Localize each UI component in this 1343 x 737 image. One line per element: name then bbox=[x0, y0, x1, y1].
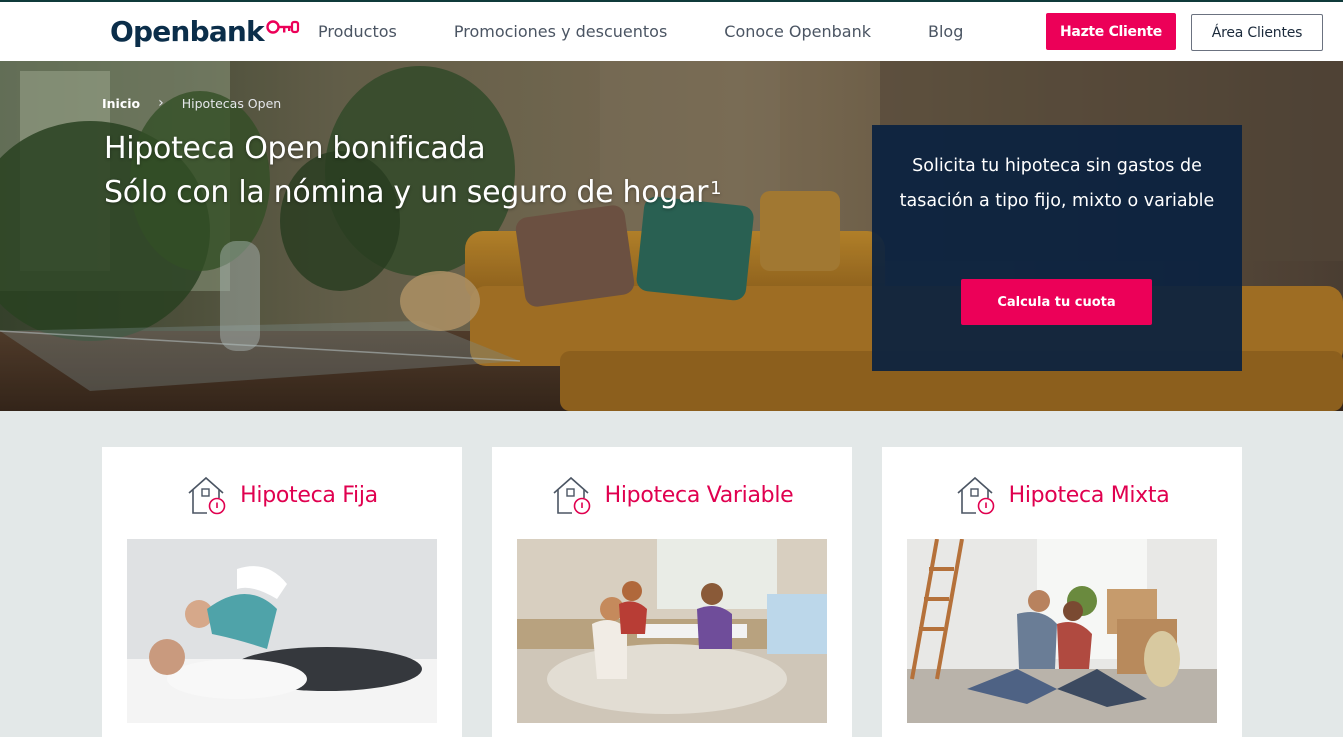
openbank-logo[interactable]: Openbank bbox=[110, 15, 300, 48]
nav-blog[interactable]: Blog bbox=[928, 22, 963, 41]
footnote-marker[interactable]: 1 bbox=[710, 178, 721, 199]
hero-banner: Inicio › Hipotecas Open Hipoteca Open bo… bbox=[0, 61, 1343, 411]
card-title: Hipoteca Variable bbox=[604, 482, 794, 508]
breadcrumb: Inicio › Hipotecas Open bbox=[102, 95, 281, 111]
hazte-cliente-button[interactable]: Hazte Cliente bbox=[1046, 13, 1176, 50]
nav-conoce-openbank[interactable]: Conoce Openbank bbox=[724, 22, 871, 41]
area-clientes-button[interactable]: Área Clientes bbox=[1191, 14, 1323, 51]
nav-productos[interactable]: Productos bbox=[318, 22, 397, 41]
top-navigation-bar: Openbank Productos Promociones y descuen… bbox=[0, 0, 1343, 61]
key-logo-icon bbox=[266, 19, 299, 34]
logo-text: Openbank bbox=[110, 15, 265, 48]
hero-title-line1: Hipoteca Open bonificada bbox=[104, 131, 486, 166]
chevron-right-icon: › bbox=[158, 95, 164, 111]
card-header: Hipoteca Mixta bbox=[882, 474, 1242, 516]
hero-title: Hipoteca Open bonificada Sólo con la nóm… bbox=[104, 127, 722, 215]
breadcrumb-current: Hipotecas Open bbox=[181, 95, 282, 111]
children-playing-photo bbox=[517, 539, 827, 723]
breadcrumb-home-link[interactable]: Inicio bbox=[102, 96, 140, 111]
house-icon bbox=[553, 476, 590, 515]
couple-moving-photo bbox=[907, 539, 1217, 723]
card-title: Hipoteca Fija bbox=[240, 482, 378, 508]
house-icon bbox=[957, 476, 994, 515]
card-header: Hipoteca Variable bbox=[492, 474, 852, 516]
card-title: Hipoteca Mixta bbox=[1008, 482, 1170, 508]
card-hipoteca-variable[interactable]: Hipoteca Variable bbox=[492, 447, 852, 737]
cta-text: Solicita tu hipoteca sin gastos de tasac… bbox=[899, 156, 1215, 211]
card-header: Hipoteca Fija bbox=[102, 474, 462, 516]
card-hipoteca-mixta[interactable]: Hipoteca Mixta bbox=[882, 447, 1242, 737]
calcula-tu-cuota-button[interactable]: Calcula tu cuota bbox=[961, 279, 1152, 325]
mortgage-cta-panel: Solicita tu hipoteca sin gastos de tasac… bbox=[872, 125, 1242, 371]
family-photo bbox=[127, 539, 437, 723]
hero-title-line2: Sólo con la nómina y un seguro de hogar bbox=[104, 175, 709, 210]
card-hipoteca-fija[interactable]: Hipoteca Fija bbox=[102, 447, 462, 737]
house-icon bbox=[188, 476, 226, 515]
nav-promociones[interactable]: Promociones y descuentos bbox=[454, 22, 667, 41]
main-nav: Productos Promociones y descuentos Conoc… bbox=[318, 2, 1020, 61]
